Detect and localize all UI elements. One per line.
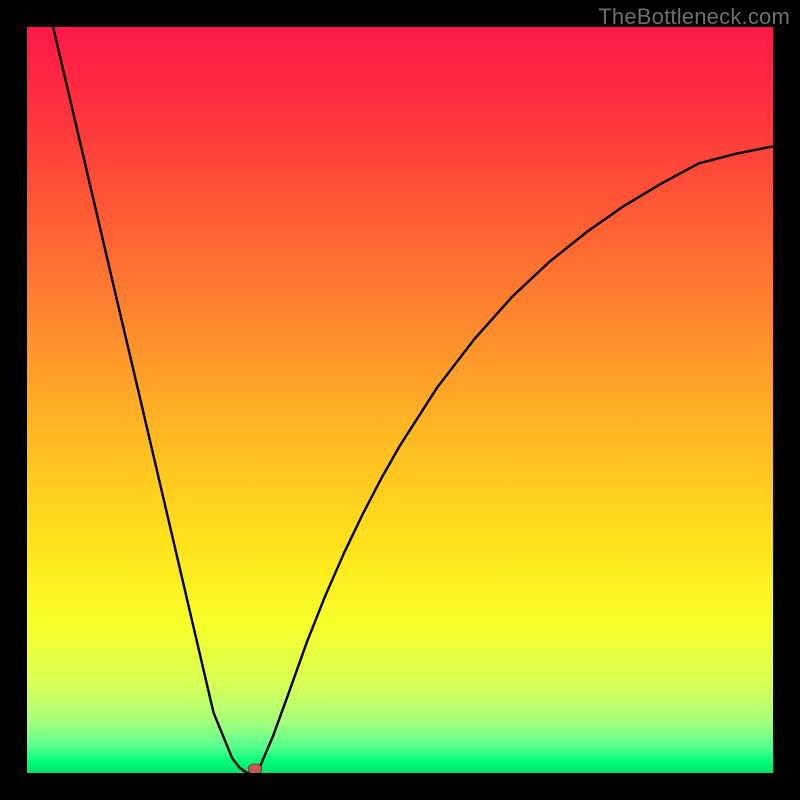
bottleneck-curve [27, 27, 773, 773]
plot-area [27, 27, 773, 773]
watermark-label: TheBottleneck.com [598, 4, 790, 30]
chart-frame: TheBottleneck.com [0, 0, 800, 800]
minimum-marker [248, 764, 262, 773]
